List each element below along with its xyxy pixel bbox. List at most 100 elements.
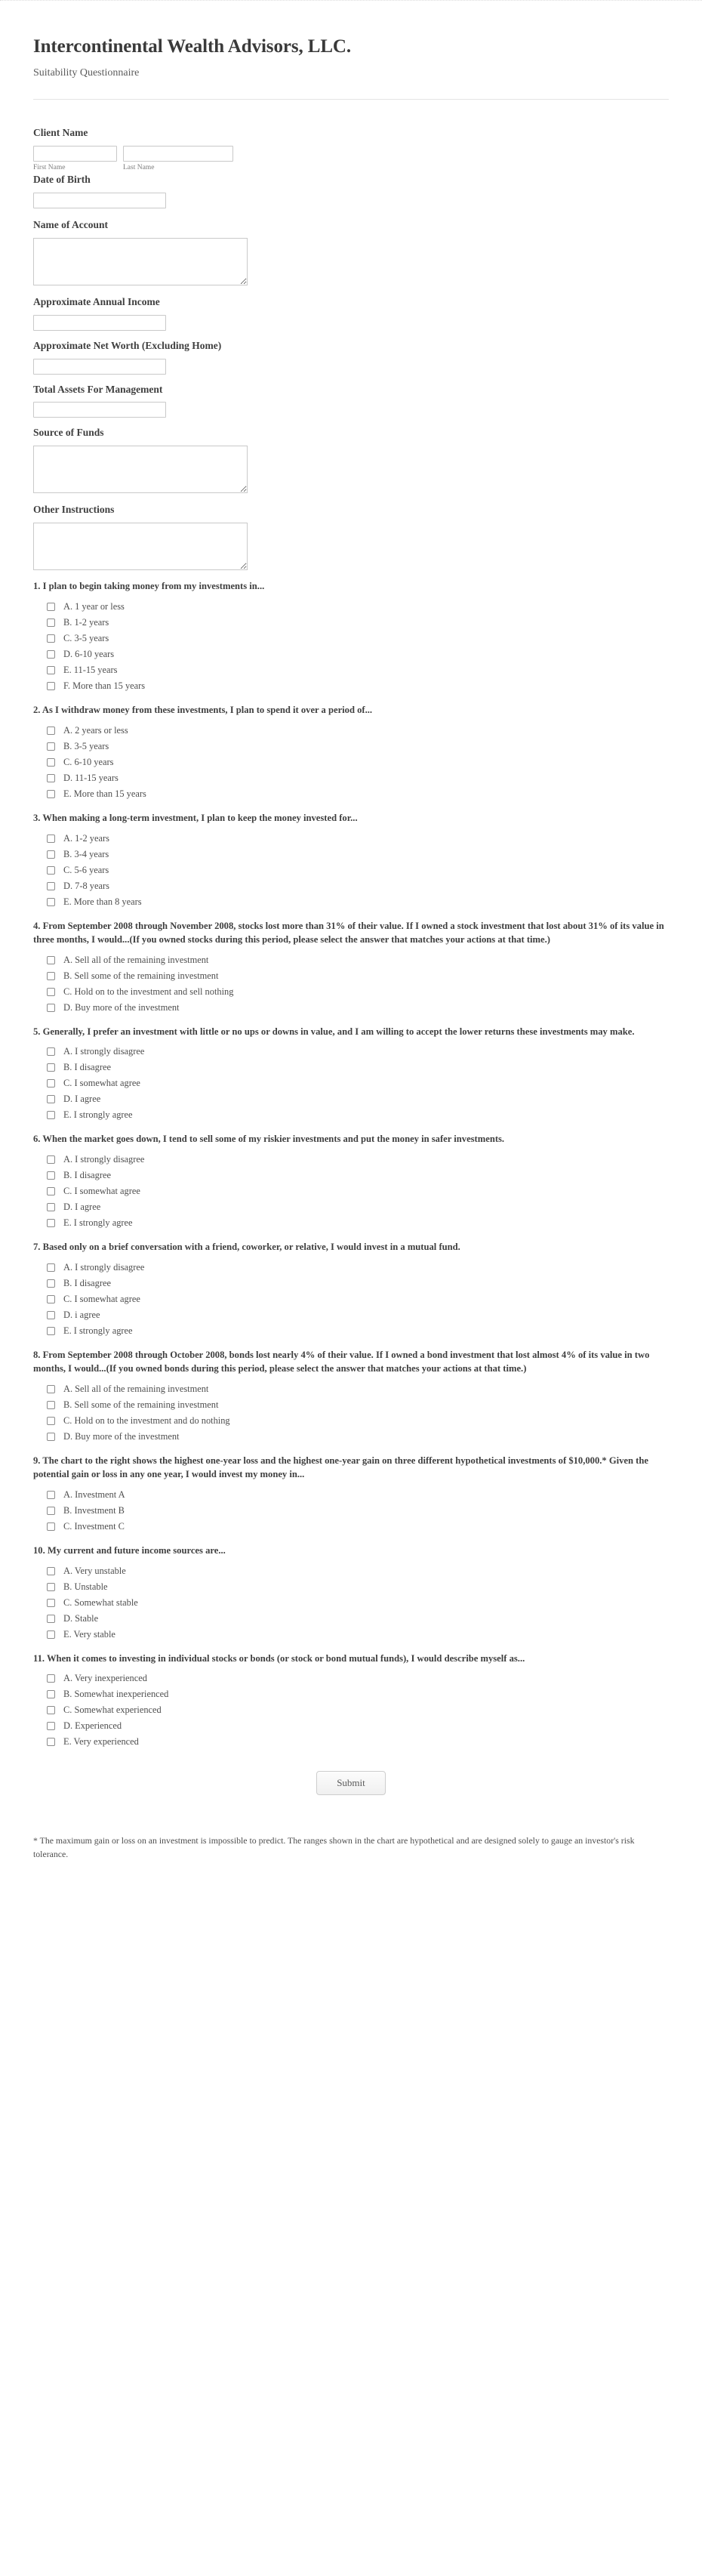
checkbox-icon[interactable]: [47, 682, 55, 691]
checkbox-icon[interactable]: [47, 1171, 55, 1180]
checkbox-icon[interactable]: [47, 619, 55, 628]
other-instructions-textarea[interactable]: [33, 523, 248, 571]
option-row[interactable]: B. Sell some of the remaining investment: [33, 1397, 669, 1413]
option-row[interactable]: A. Investment A: [33, 1487, 669, 1503]
checkbox-icon[interactable]: [47, 1095, 55, 1104]
checkbox-icon[interactable]: [47, 1279, 55, 1288]
total-assets-input[interactable]: [33, 402, 166, 418]
checkbox-icon[interactable]: [47, 1566, 55, 1575]
option-row[interactable]: B. Sell some of the remaining investment: [33, 968, 669, 984]
checkbox-icon[interactable]: [47, 1263, 55, 1273]
option-row[interactable]: D. 11-15 years: [33, 770, 669, 786]
option-row[interactable]: E. 11-15 years: [33, 662, 669, 678]
checkbox-icon[interactable]: [47, 1614, 55, 1623]
option-row[interactable]: B. 3-5 years: [33, 739, 669, 754]
option-row[interactable]: B. I disagree: [33, 1276, 669, 1291]
option-row[interactable]: A. 1 year or less: [33, 599, 669, 615]
option-row[interactable]: E. I strongly agree: [33, 1107, 669, 1123]
source-of-funds-textarea[interactable]: [33, 446, 248, 494]
option-row[interactable]: C. I somewhat agree: [33, 1075, 669, 1091]
option-row[interactable]: A. Very unstable: [33, 1563, 669, 1579]
option-row[interactable]: D. Buy more of the investment: [33, 1000, 669, 1016]
checkbox-icon[interactable]: [47, 1111, 55, 1120]
checkbox-icon[interactable]: [47, 742, 55, 751]
option-row[interactable]: C. 5-6 years: [33, 862, 669, 878]
option-row[interactable]: E. Very stable: [33, 1627, 669, 1643]
option-row[interactable]: D. 6-10 years: [33, 646, 669, 662]
option-row[interactable]: C. Somewhat experienced: [33, 1702, 669, 1718]
checkbox-icon[interactable]: [47, 1630, 55, 1639]
checkbox-icon[interactable]: [47, 987, 55, 996]
option-row[interactable]: A. 1-2 years: [33, 831, 669, 847]
checkbox-icon[interactable]: [47, 1327, 55, 1336]
option-row[interactable]: B. I disagree: [33, 1060, 669, 1075]
option-row[interactable]: A. Sell all of the remaining investment: [33, 1381, 669, 1397]
checkbox-icon[interactable]: [47, 1400, 55, 1409]
checkbox-icon[interactable]: [47, 789, 55, 798]
checkbox-icon[interactable]: [47, 1582, 55, 1591]
annual-income-input[interactable]: [33, 314, 166, 331]
checkbox-icon[interactable]: [47, 1203, 55, 1212]
last-name-input[interactable]: [123, 145, 233, 162]
checkbox-icon[interactable]: [47, 1432, 55, 1441]
checkbox-icon[interactable]: [47, 1522, 55, 1531]
option-row[interactable]: E. I strongly agree: [33, 1323, 669, 1339]
checkbox-icon[interactable]: [47, 650, 55, 659]
checkbox-icon[interactable]: [47, 1490, 55, 1499]
option-row[interactable]: C. Hold on to the investment and sell no…: [33, 984, 669, 1000]
option-row[interactable]: D. Experienced: [33, 1718, 669, 1734]
checkbox-icon[interactable]: [47, 726, 55, 735]
checkbox-icon[interactable]: [47, 1690, 55, 1699]
checkbox-icon[interactable]: [47, 971, 55, 980]
net-worth-input[interactable]: [33, 358, 166, 375]
option-row[interactable]: A. I strongly disagree: [33, 1260, 669, 1276]
option-row[interactable]: C. I somewhat agree: [33, 1183, 669, 1199]
checkbox-icon[interactable]: [47, 1311, 55, 1320]
option-row[interactable]: B. I disagree: [33, 1168, 669, 1183]
option-row[interactable]: E. I strongly agree: [33, 1215, 669, 1231]
option-row[interactable]: A. 2 years or less: [33, 723, 669, 739]
checkbox-icon[interactable]: [47, 1416, 55, 1425]
option-row[interactable]: E. More than 8 years: [33, 894, 669, 910]
checkbox-icon[interactable]: [47, 1674, 55, 1683]
option-row[interactable]: D. Stable: [33, 1611, 669, 1627]
checkbox-icon[interactable]: [47, 1706, 55, 1715]
checkbox-icon[interactable]: [47, 773, 55, 782]
option-row[interactable]: C. I somewhat agree: [33, 1291, 669, 1307]
checkbox-icon[interactable]: [47, 834, 55, 843]
checkbox-icon[interactable]: [47, 897, 55, 906]
checkbox-icon[interactable]: [47, 1598, 55, 1607]
date-of-birth-input[interactable]: [33, 192, 166, 208]
option-row[interactable]: E. Very experienced: [33, 1734, 669, 1750]
option-row[interactable]: B. Somewhat inexperienced: [33, 1686, 669, 1702]
checkbox-icon[interactable]: [47, 1155, 55, 1165]
first-name-input[interactable]: [33, 145, 117, 162]
checkbox-icon[interactable]: [47, 1003, 55, 1012]
option-row[interactable]: B. 1-2 years: [33, 615, 669, 631]
checkbox-icon[interactable]: [47, 1079, 55, 1088]
checkbox-icon[interactable]: [47, 1187, 55, 1196]
submit-button[interactable]: Submit: [316, 1771, 386, 1796]
option-row[interactable]: C. 6-10 years: [33, 754, 669, 770]
checkbox-icon[interactable]: [47, 1506, 55, 1515]
checkbox-icon[interactable]: [47, 1722, 55, 1731]
checkbox-icon[interactable]: [47, 1738, 55, 1747]
option-row[interactable]: A. I strongly disagree: [33, 1152, 669, 1168]
checkbox-icon[interactable]: [47, 1295, 55, 1304]
name-of-account-textarea[interactable]: [33, 237, 248, 285]
checkbox-icon[interactable]: [47, 603, 55, 612]
option-row[interactable]: D. I agree: [33, 1199, 669, 1215]
checkbox-icon[interactable]: [47, 666, 55, 675]
option-row[interactable]: D. i agree: [33, 1307, 669, 1323]
option-row[interactable]: A. Very inexperienced: [33, 1671, 669, 1686]
option-row[interactable]: B. Unstable: [33, 1579, 669, 1595]
checkbox-icon[interactable]: [47, 1384, 55, 1393]
option-row[interactable]: C. 3-5 years: [33, 631, 669, 646]
checkbox-icon[interactable]: [47, 881, 55, 890]
option-row[interactable]: D. I agree: [33, 1091, 669, 1107]
option-row[interactable]: F. More than 15 years: [33, 678, 669, 694]
option-row[interactable]: B. 3-4 years: [33, 847, 669, 862]
option-row[interactable]: D. 7-8 years: [33, 878, 669, 894]
option-row[interactable]: A. I strongly disagree: [33, 1044, 669, 1060]
option-row[interactable]: C. Somewhat stable: [33, 1595, 669, 1611]
